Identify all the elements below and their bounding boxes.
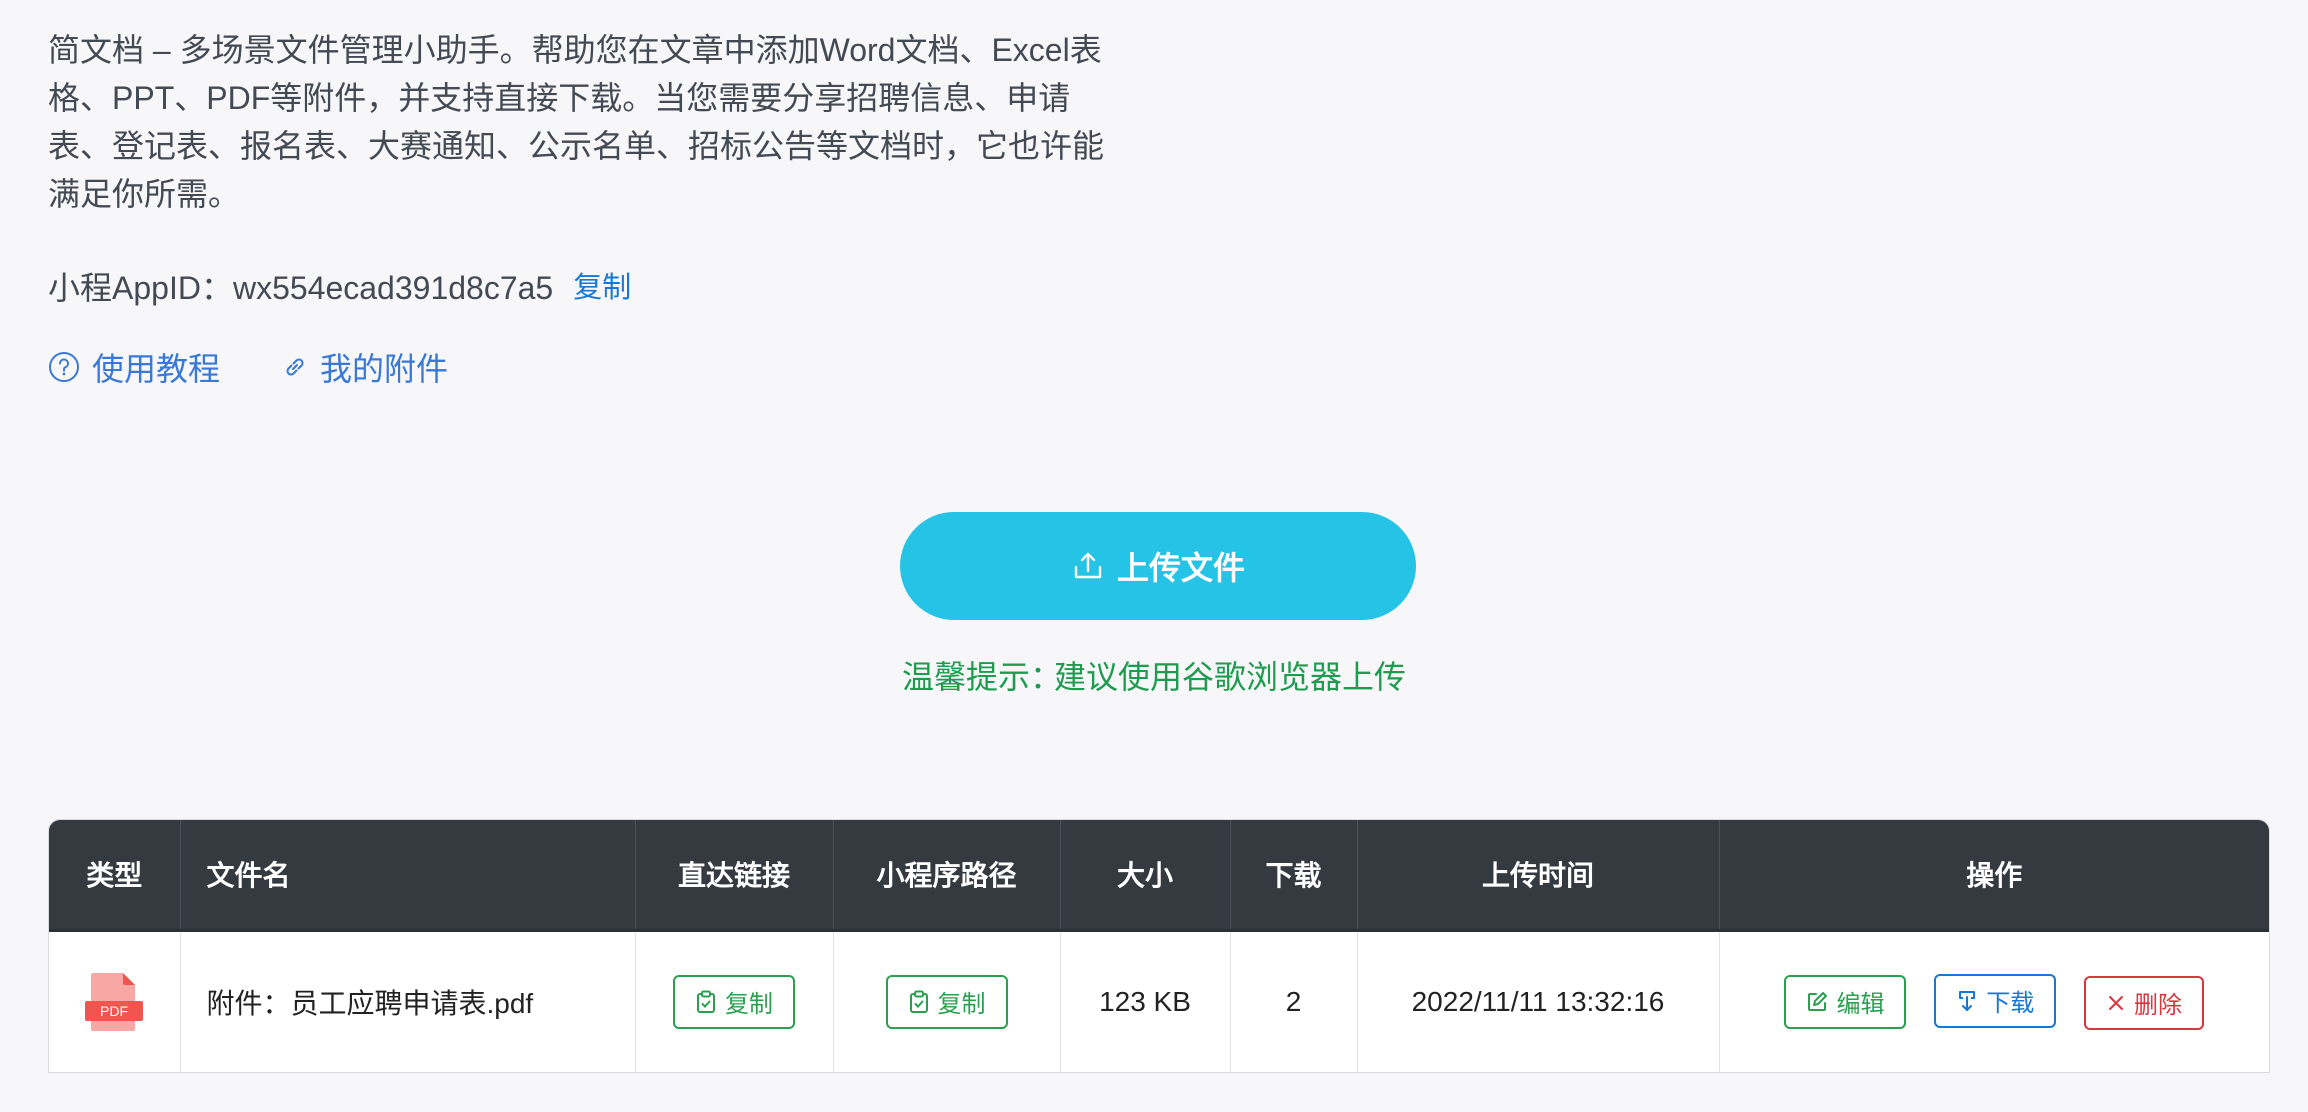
help-links: 使用教程 我的附件 [48, 344, 448, 390]
delete-button[interactable]: 删除 [2084, 975, 2205, 1030]
appid-row: 小程AppID： wx554ecad391d8c7a5 复制 [48, 264, 631, 312]
cell-actions: 编辑 下载 删除 [1718, 928, 2269, 1072]
copy-direct-link-label: 复制 [725, 991, 773, 1019]
upload-file-button[interactable]: 上传文件 [900, 512, 1416, 620]
cell-direct-link: 复制 [634, 928, 833, 1072]
edit-button[interactable]: 编辑 [1784, 974, 1907, 1029]
tutorial-link-label: 使用教程 [92, 351, 221, 387]
header-upload-time: 上传时间 [1356, 820, 1719, 930]
header-actions: 操作 [1718, 820, 2269, 930]
header-downloads: 下载 [1229, 820, 1357, 930]
table-row: PDF 附件：员工应聘申请表.pdf 复制 复制 123 KB 2 2022/1… [49, 928, 2269, 1072]
table-header-row: 类型 文件名 直达链接 小程序路径 大小 下载 上传时间 操作 [49, 820, 2269, 930]
question-circle-icon [49, 352, 79, 382]
header-mp-path: 小程序路径 [832, 820, 1060, 930]
clipboard-icon [697, 990, 715, 1013]
description-line: 满足你所需。 [48, 176, 241, 212]
edit-button-label: 编辑 [1836, 991, 1885, 1019]
upload-icon [1074, 552, 1102, 579]
download-icon [1959, 990, 1976, 1011]
link-icon [286, 358, 304, 376]
description-line: 格、PPT、PDF等附件，并支持直接下载。当您需要分享招聘信息、申请 [48, 80, 1071, 116]
close-icon [2109, 995, 2124, 1010]
header-direct-link: 直达链接 [634, 820, 833, 930]
cell-mp-path: 复制 [832, 928, 1060, 1072]
svg-text:PDF: PDF [100, 1003, 128, 1019]
upload-tip: 温馨提示：建议使用谷歌浏览器上传 [0, 652, 2308, 698]
delete-button-label: 删除 [2134, 992, 2183, 1020]
download-button[interactable]: 下载 [1934, 973, 2057, 1028]
copy-mp-path-label: 复制 [937, 991, 986, 1019]
pdf-file-icon: PDF [85, 972, 144, 1031]
appid-value: wx554ecad391d8c7a5 [232, 270, 554, 306]
my-attachments-link[interactable]: 我的附件 [282, 344, 448, 390]
upload-tip-prefix: 温馨提示： [901, 659, 1062, 695]
download-button-label: 下载 [1986, 990, 2035, 1018]
appid-label: 小程AppID： [48, 270, 233, 306]
my-attachments-link-label: 我的附件 [320, 351, 449, 387]
header-type: 类型 [86, 860, 143, 892]
cell-filename: 附件：员工应聘申请表.pdf [179, 928, 635, 1072]
copy-direct-link-button[interactable]: 复制 [673, 974, 795, 1029]
upload-file-label: 上传文件 [1116, 550, 1245, 586]
description: 简文档 – 多场景文件管理小助手。帮助您在文章中添加Word文档、Excel表 … [48, 26, 1138, 218]
copy-mp-path-button[interactable]: 复制 [885, 974, 1008, 1029]
clipboard-icon [909, 990, 928, 1013]
description-line: 表、登记表、报名表、大赛通知、公示名单、招标公告等文档时，它也许能 [48, 128, 1105, 164]
cell-upload-time: 2022/11/11 13:32:16 [1356, 928, 1719, 1072]
description-line: 简文档 – 多场景文件管理小助手。帮助您在文章中添加Word文档、Excel表 [48, 32, 1102, 68]
header-filename: 文件名 [179, 820, 635, 930]
files-table: 类型 文件名 直达链接 小程序路径 大小 下载 上传时间 操作 PDF 附件：员… [48, 819, 2270, 1073]
appid-copy-link[interactable]: 复制 [573, 264, 631, 312]
cell-type: PDF [49, 928, 180, 1072]
edit-icon [1808, 991, 1828, 1011]
cell-size: 123 KB [1059, 928, 1230, 1072]
upload-tip-text: 建议使用谷歌浏览器上传 [1054, 659, 1407, 695]
cell-downloads: 2 [1229, 928, 1357, 1072]
tutorial-link[interactable]: 使用教程 [48, 344, 220, 390]
header-size: 大小 [1059, 820, 1230, 930]
